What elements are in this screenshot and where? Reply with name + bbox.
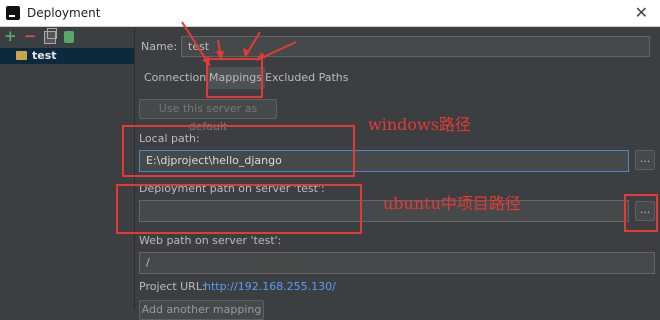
arrowhead-4 xyxy=(256,52,266,60)
arrowhead-1 xyxy=(202,56,210,66)
arrowhead-2 xyxy=(216,51,224,60)
annotation-arrows xyxy=(181,21,297,67)
